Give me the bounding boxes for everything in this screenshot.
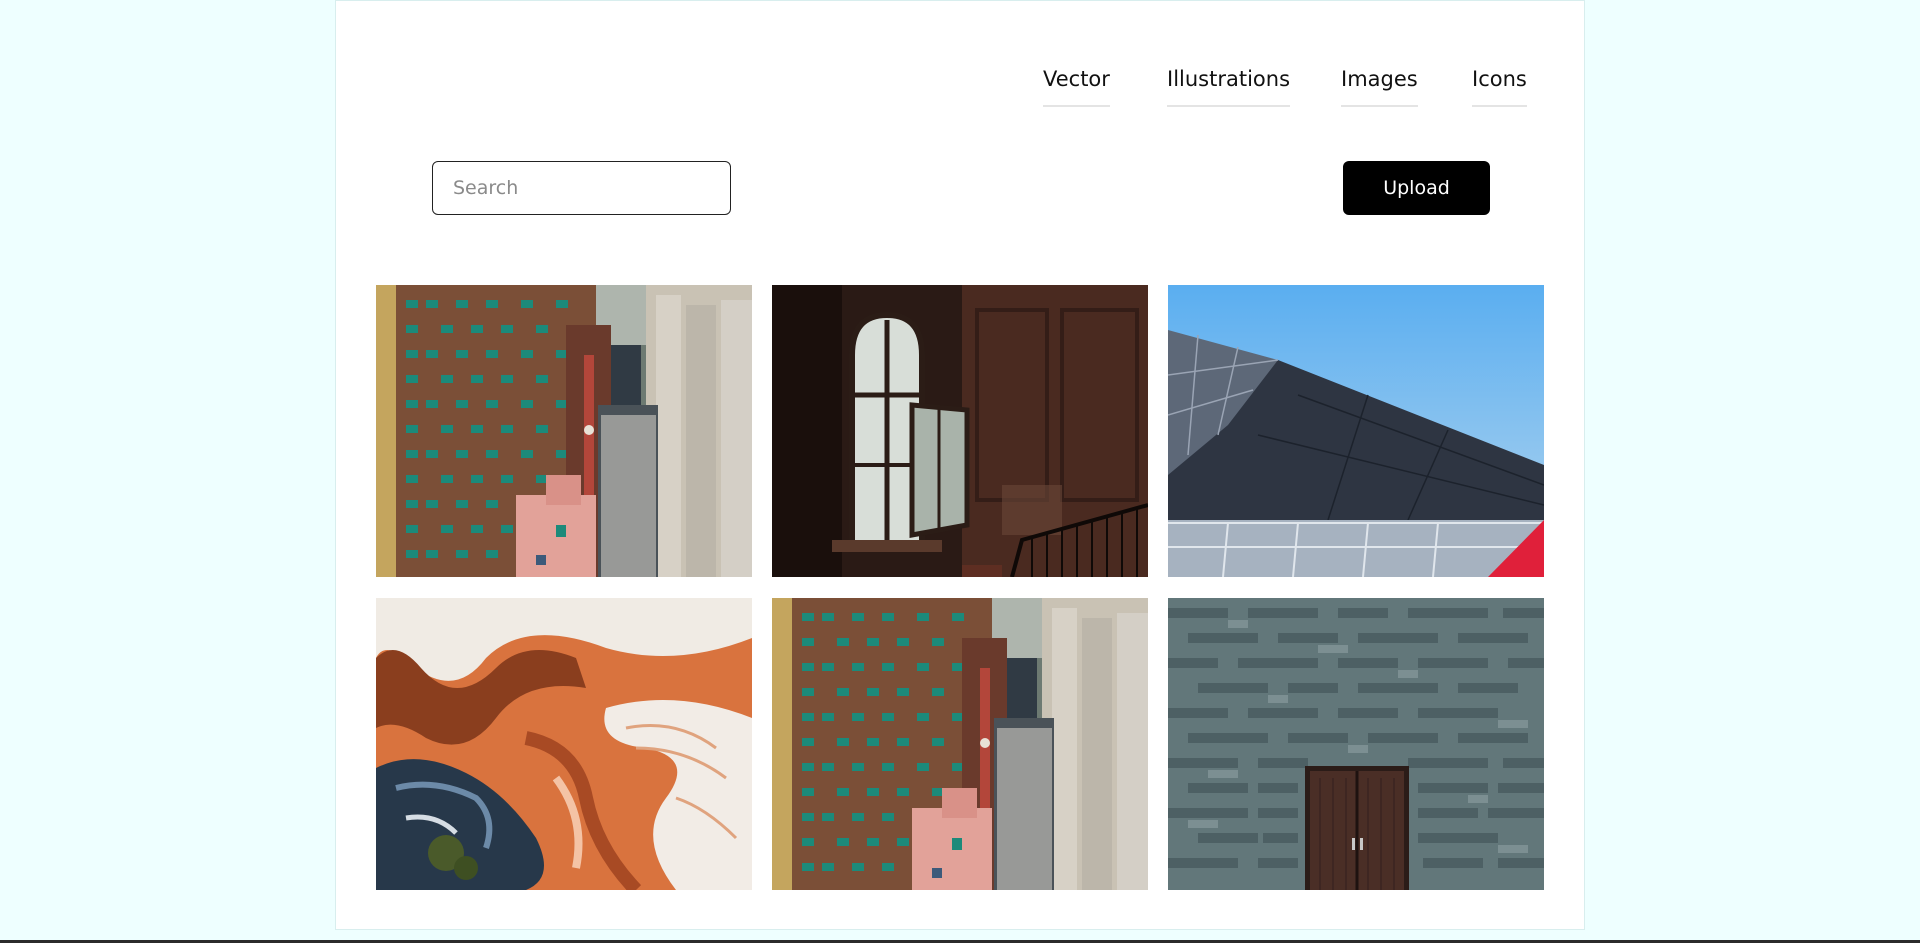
nav-link-images[interactable]: Images (1341, 67, 1418, 107)
sand-photo (376, 598, 752, 890)
nav-link-icons[interactable]: Icons (1472, 67, 1527, 107)
gallery-image-buildings[interactable] (376, 285, 752, 577)
nav-link-vector[interactable]: Vector (1043, 67, 1110, 107)
roof-photo (1168, 285, 1544, 577)
page-card: Vector Illustrations Images Icons Upload (335, 0, 1585, 930)
door-photo (1168, 598, 1544, 890)
buildings-photo (376, 285, 752, 577)
gallery-image-door[interactable] (1168, 598, 1544, 890)
window-photo (772, 285, 1148, 577)
nav-link-illustrations[interactable]: Illustrations (1167, 67, 1291, 107)
search-input[interactable] (432, 161, 731, 215)
buildings-photo (772, 598, 1148, 890)
image-gallery (376, 285, 1546, 890)
gallery-image-window[interactable] (772, 285, 1148, 577)
gallery-image-buildings-2[interactable] (772, 598, 1148, 890)
gallery-image-sand[interactable] (376, 598, 752, 890)
gallery-image-roof[interactable] (1168, 285, 1544, 577)
top-navigation: Vector Illustrations Images Icons (336, 67, 1584, 113)
upload-button[interactable]: Upload (1343, 161, 1490, 215)
